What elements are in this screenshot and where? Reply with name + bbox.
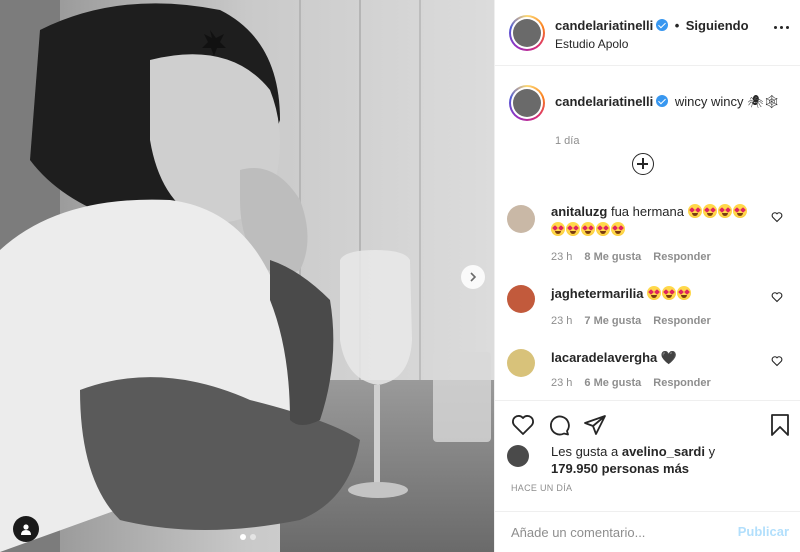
person-icon bbox=[21, 524, 31, 535]
comment-likes[interactable]: 7 Me gusta bbox=[584, 315, 641, 327]
heart-eyes-emoji bbox=[662, 286, 677, 300]
following-button[interactable]: Siguiendo bbox=[686, 18, 749, 33]
post-details-panel: candelariatinelli • Siguiendo Estudio Ap… bbox=[494, 0, 800, 552]
verified-badge-icon bbox=[656, 95, 669, 107]
likes-connector: y bbox=[708, 444, 716, 459]
reply-button[interactable]: Responder bbox=[653, 251, 710, 263]
carousel-dot-active bbox=[240, 534, 246, 540]
heart-outline-icon[interactable] bbox=[771, 291, 783, 303]
commenter-avatar[interactable] bbox=[507, 349, 535, 377]
likes-count[interactable]: 179.950 personas más bbox=[551, 461, 689, 476]
heart-outline-icon[interactable] bbox=[771, 211, 783, 223]
comments-list: candelariatinelli wincy wincy 🕷🕸 1 día a… bbox=[495, 67, 800, 400]
post-actions: Les gusta a avelino_sardi y 179.950 pers… bbox=[495, 400, 800, 542]
comment-bubble-icon[interactable] bbox=[547, 413, 571, 437]
verified-badge-icon bbox=[656, 19, 669, 31]
load-more-comments-icon[interactable] bbox=[632, 153, 654, 175]
instagram-post: candelariatinelli • Siguiendo Estudio Ap… bbox=[0, 0, 800, 552]
carousel-dot bbox=[250, 534, 256, 540]
post-header: candelariatinelli • Siguiendo Estudio Ap… bbox=[495, 0, 800, 66]
comment-username[interactable]: lacaradelavergha bbox=[551, 350, 657, 365]
publish-button[interactable]: Publicar bbox=[738, 524, 789, 539]
post-photo bbox=[0, 0, 494, 552]
carousel-indicator bbox=[240, 534, 256, 540]
comment-username[interactable]: jaghetermarilia bbox=[551, 286, 644, 301]
heart-eyes-emoji bbox=[551, 222, 565, 236]
heart-eyes-emoji bbox=[687, 204, 702, 218]
commenter-avatar[interactable] bbox=[507, 205, 535, 233]
post-media[interactable] bbox=[0, 0, 494, 552]
caption-username[interactable]: candelariatinelli bbox=[555, 94, 653, 109]
post-location[interactable]: Estudio Apolo bbox=[555, 37, 628, 51]
comment-likes[interactable]: 8 Me gusta bbox=[584, 251, 641, 263]
more-options-icon[interactable] bbox=[774, 26, 789, 29]
comment-input[interactable] bbox=[511, 522, 721, 542]
post-timestamp[interactable]: HACE UN DÍA bbox=[511, 483, 572, 493]
comment-time[interactable]: 23 h bbox=[551, 315, 572, 327]
tagged-users-button[interactable] bbox=[13, 516, 39, 542]
author-username[interactable]: candelariatinelli bbox=[555, 18, 653, 33]
liker-username[interactable]: avelino_sardi bbox=[622, 444, 705, 459]
heart-eyes-emoji bbox=[596, 222, 610, 236]
comment-item: anitaluzg fua hermana 23 h 8 Me gusta Re… bbox=[507, 203, 791, 263]
reply-button[interactable]: Responder bbox=[653, 377, 710, 389]
comment-text: fua hermana bbox=[610, 204, 684, 219]
add-comment-bar: Publicar bbox=[495, 511, 800, 552]
next-slide-button[interactable] bbox=[461, 265, 485, 289]
heart-eyes-emoji bbox=[647, 286, 662, 300]
avatar-image bbox=[513, 19, 541, 47]
comment-username[interactable]: anitaluzg bbox=[551, 204, 607, 219]
share-send-icon[interactable] bbox=[583, 413, 607, 437]
caption-time[interactable]: 1 día bbox=[555, 135, 579, 147]
heart-outline-icon[interactable] bbox=[771, 355, 783, 367]
heart-eyes-emoji bbox=[677, 286, 692, 300]
like-heart-icon[interactable] bbox=[511, 413, 535, 437]
caption: candelariatinelli wincy wincy 🕷🕸 1 día bbox=[509, 85, 791, 147]
comment-item: lacaradelavergha 🖤 23 h 6 Me gusta Respo… bbox=[507, 349, 791, 399]
comment-time[interactable]: 23 h bbox=[551, 251, 572, 263]
heart-eyes-emoji bbox=[732, 204, 747, 218]
heart-eyes-emoji bbox=[581, 222, 595, 236]
comment-emojis bbox=[647, 286, 692, 301]
commenter-avatar[interactable] bbox=[507, 285, 535, 313]
reply-button[interactable]: Responder bbox=[653, 315, 710, 327]
follow-separator: • bbox=[674, 18, 680, 33]
bookmark-icon[interactable] bbox=[769, 413, 791, 437]
caption-author-avatar[interactable] bbox=[509, 85, 545, 121]
heart-eyes-emoji bbox=[566, 222, 580, 236]
likes-prefix: Les gusta a bbox=[551, 444, 619, 459]
heart-eyes-emoji bbox=[611, 222, 625, 236]
heart-eyes-emoji bbox=[717, 204, 732, 218]
comment-likes[interactable]: 6 Me gusta bbox=[584, 377, 641, 389]
comment-text: 🖤 bbox=[660, 350, 678, 365]
caption-text: wincy wincy 🕷🕸 bbox=[674, 94, 781, 109]
heart-eyes-emoji bbox=[702, 204, 717, 218]
avatar-image bbox=[513, 89, 541, 117]
author-avatar[interactable] bbox=[509, 15, 545, 51]
comment-time[interactable]: 23 h bbox=[551, 377, 572, 389]
chevron-right-icon bbox=[470, 272, 477, 282]
liker-avatar[interactable] bbox=[507, 445, 529, 467]
comment-item: jaghetermarilia 23 h 7 Me gusta Responde… bbox=[507, 285, 791, 335]
